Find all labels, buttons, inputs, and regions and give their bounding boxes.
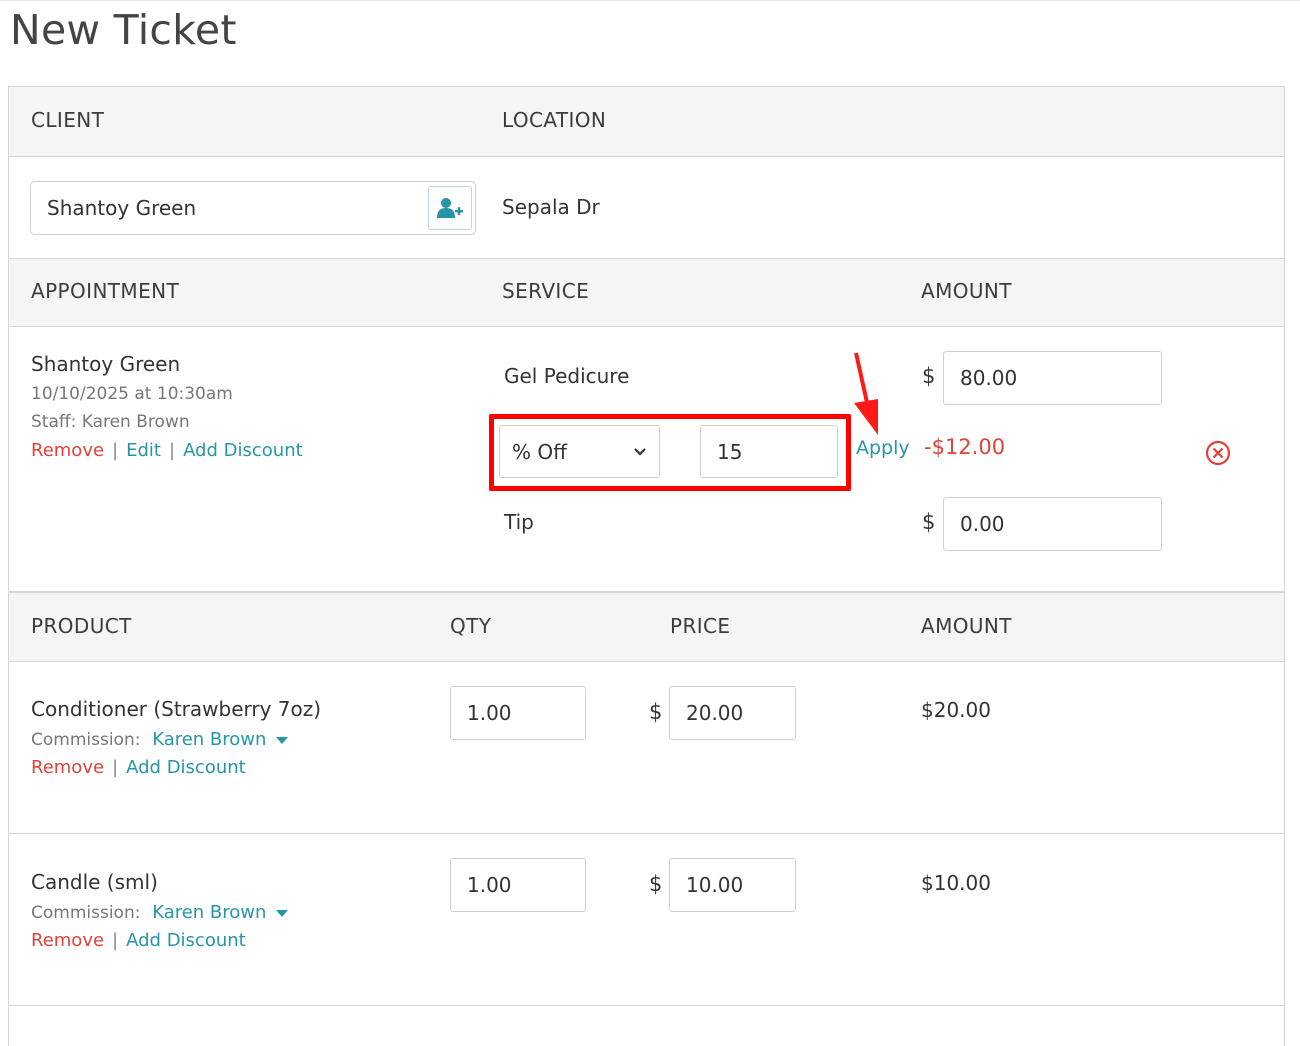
- discount-result: -$12.00: [924, 435, 1006, 459]
- remove-service-icon[interactable]: [1205, 440, 1231, 466]
- commission-line: Commission: Karen Brown: [31, 902, 289, 923]
- discount-type-select[interactable]: % Off: [499, 425, 660, 478]
- commission-staff-dropdown[interactable]: Karen Brown: [152, 729, 289, 750]
- service-currency: $: [922, 364, 936, 388]
- service-amount-input[interactable]: 80.00: [943, 351, 1162, 405]
- price-currency: $: [649, 872, 663, 896]
- price-header: PRICE: [670, 614, 731, 638]
- client-name-value: Shantoy Green: [47, 196, 197, 220]
- top-rule: [0, 0, 1300, 1]
- product-header-row: PRODUCT QTY PRICE AMOUNT: [9, 591, 1284, 662]
- add-client-button[interactable]: [428, 186, 472, 230]
- tip-amount-value: 0.00: [960, 512, 1005, 536]
- commission-label: Commission:: [31, 730, 141, 750]
- product-name: Candle (sml): [31, 870, 158, 894]
- discount-value-input[interactable]: 15: [700, 425, 838, 478]
- service-amount-value: 80.00: [960, 366, 1018, 390]
- remove-appointment-link[interactable]: Remove: [31, 440, 104, 461]
- client-header: CLIENT: [31, 108, 105, 132]
- tip-amount-input[interactable]: 0.00: [943, 497, 1162, 551]
- ticket-panel: CLIENT LOCATION Shantoy Green Sepala Dr …: [8, 86, 1285, 1046]
- annotation-arrow-icon: [854, 352, 878, 435]
- product-header: PRODUCT: [31, 614, 132, 638]
- location-header: LOCATION: [502, 108, 607, 132]
- price-value: 10.00: [686, 873, 744, 897]
- qty-value: 1.00: [467, 701, 512, 725]
- table-row: Candle (sml) Commission: Karen Brown Rem…: [9, 834, 1284, 1006]
- tip-label: Tip: [504, 510, 534, 534]
- appointment-actions: Remove | Edit | Add Discount: [31, 440, 303, 461]
- row-divider: [9, 1005, 1284, 1006]
- edit-appointment-link[interactable]: Edit: [126, 440, 161, 461]
- add-discount-link[interactable]: Add Discount: [183, 440, 303, 461]
- client-field[interactable]: Shantoy Green: [30, 181, 476, 235]
- product-amount-header: AMOUNT: [921, 614, 1012, 638]
- discount-value: 15: [717, 439, 743, 464]
- qty-input[interactable]: 1.00: [450, 686, 586, 740]
- add-discount-link[interactable]: Add Discount: [126, 757, 246, 778]
- price-value: 20.00: [686, 701, 744, 725]
- separator: |: [168, 440, 176, 461]
- amount-header: AMOUNT: [921, 279, 1012, 303]
- table-row: Conditioner (Strawberry 7oz) Commission:…: [9, 662, 1284, 834]
- tip-currency: $: [922, 510, 936, 534]
- qty-header: QTY: [450, 614, 492, 638]
- separator: |: [112, 930, 119, 951]
- add-person-icon: [437, 198, 463, 218]
- remove-product-link[interactable]: Remove: [31, 757, 104, 778]
- price-currency: $: [649, 700, 663, 724]
- product-actions: Remove | Add Discount: [31, 757, 246, 778]
- location-value: Sepala Dr: [502, 195, 600, 219]
- price-input[interactable]: 10.00: [669, 858, 796, 912]
- remove-product-link[interactable]: Remove: [31, 930, 104, 951]
- page-title: New Ticket: [10, 6, 237, 54]
- commission-staff-value: Karen Brown: [152, 729, 267, 750]
- commission-staff-dropdown[interactable]: Karen Brown: [152, 902, 289, 923]
- separator: |: [112, 757, 119, 778]
- client-header-row: CLIENT LOCATION: [9, 87, 1284, 157]
- appointment-header: APPOINTMENT: [31, 279, 180, 303]
- chevron-down-icon: [634, 447, 646, 456]
- service-header: SERVICE: [502, 279, 590, 303]
- commission-line: Commission: Karen Brown: [31, 729, 289, 750]
- product-actions: Remove | Add Discount: [31, 930, 246, 951]
- qty-input[interactable]: 1.00: [450, 858, 586, 912]
- appointment-header-row: APPOINTMENT SERVICE AMOUNT: [9, 258, 1284, 327]
- caret-down-icon: [276, 909, 289, 917]
- product-amount: $20.00: [921, 698, 991, 722]
- product-amount: $10.00: [921, 871, 991, 895]
- product-name: Conditioner (Strawberry 7oz): [31, 697, 322, 721]
- price-input[interactable]: 20.00: [669, 686, 796, 740]
- qty-value: 1.00: [467, 873, 512, 897]
- caret-down-icon: [276, 736, 289, 744]
- discount-type-value: % Off: [512, 439, 567, 464]
- service-name: Gel Pedicure: [504, 364, 630, 388]
- add-discount-link[interactable]: Add Discount: [126, 930, 246, 951]
- appointment-client-name: Shantoy Green: [31, 352, 181, 376]
- appointment-datetime: 10/10/2025 at 10:30am: [31, 384, 233, 404]
- separator: |: [112, 440, 119, 461]
- commission-label: Commission:: [31, 903, 141, 923]
- appointment-staff: Staff: Karen Brown: [31, 412, 190, 432]
- commission-staff-value: Karen Brown: [152, 902, 267, 923]
